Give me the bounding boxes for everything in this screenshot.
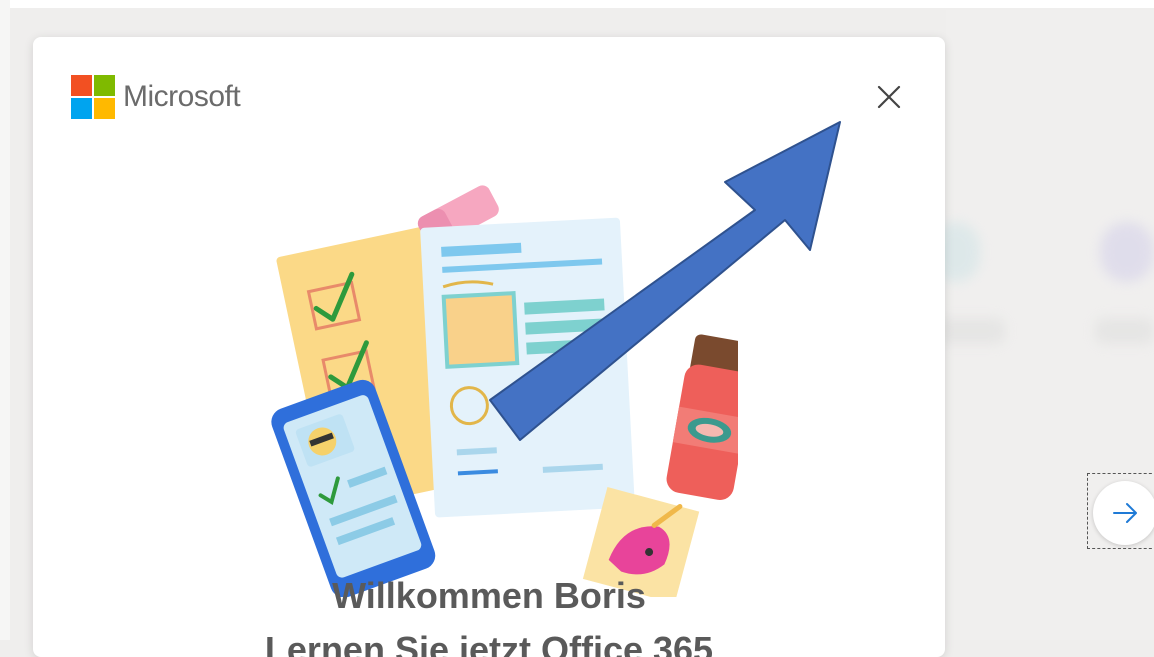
brand-name: Microsoft: [123, 80, 241, 113]
welcome-subtitle: Lernen Sie jetzt Office 365: [264, 629, 714, 657]
left-edge: [0, 0, 10, 640]
close-icon: [877, 85, 901, 109]
welcome-illustration: [271, 185, 738, 597]
microsoft-brand: Microsoft: [71, 75, 241, 119]
next-slide-circle[interactable]: [1093, 481, 1154, 545]
arrow-right-icon: [1113, 503, 1137, 523]
background-tile: [1100, 222, 1154, 282]
welcome-title: Willkommen Boris: [332, 575, 646, 616]
close-button[interactable]: [869, 77, 909, 117]
welcome-dialog: Microsoft Willkommen Boris Lernen Sie je…: [33, 37, 945, 657]
background-tile: [1095, 318, 1154, 344]
microsoft-logo-icon: [71, 75, 115, 119]
top-edge: [0, 0, 1154, 8]
background-tile: [935, 318, 1005, 344]
